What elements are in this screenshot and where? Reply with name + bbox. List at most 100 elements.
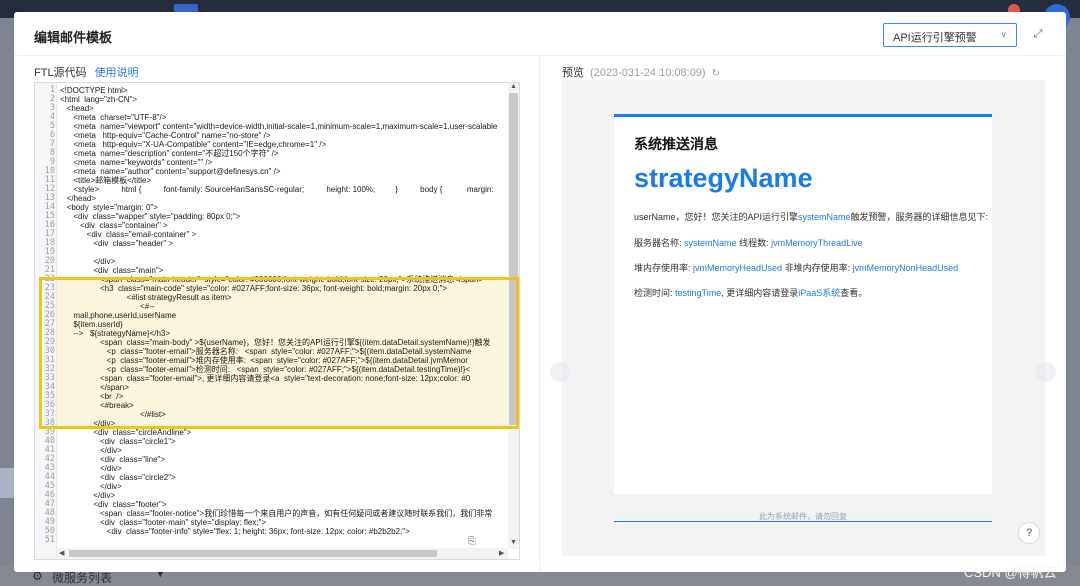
code-line: <div class="line">	[60, 455, 166, 464]
code-line: <style> html { font-family: SourceHanSan…	[60, 185, 494, 194]
code-line: </span>	[60, 383, 129, 392]
strategy-name: strategyName	[634, 163, 813, 193]
memory-row: 堆内存使用率: jvmMemoryHeadUsed 非堆内存使用率: jvmMe…	[634, 261, 958, 274]
code-line: <p class="footer-email">检测时间: <span styl…	[60, 365, 471, 374]
code-line: <meta name="author" content="support@def…	[60, 167, 281, 176]
scrollbar-thumb[interactable]	[509, 93, 518, 425]
code-line: <div class="container" >	[60, 221, 168, 230]
code-line: <meta http-equiv="Cache-Control" name="n…	[60, 131, 271, 140]
code-line: <span class="footer-email">, 更详细内容请登录<a …	[60, 374, 471, 383]
preview-header: 预览 (2023-031-24 10:08:09) ↻	[562, 64, 720, 80]
greeting-text-end: 触发预警，服务器的详细信息见下:	[850, 212, 989, 222]
code-line: </head>	[60, 194, 97, 203]
code-line: <!DOCTYPE html>	[60, 86, 128, 95]
editor-label: FTL源代码	[34, 67, 87, 79]
template-select[interactable]: API运行引擎预警 ∨	[883, 23, 1017, 47]
horizontal-scrollbar[interactable]: ◀ ▶	[57, 548, 508, 559]
testing-time-row: 检测时间: testingTime, 更详细内容请登录iPaaS系统查看。	[634, 286, 867, 299]
sidebar-selected-item	[0, 468, 14, 498]
code-line: </div>	[60, 491, 116, 500]
edit-mail-template-dialog: 编辑邮件模板 API运行引擎预警 ∨ ⤢ FTL源代码 使用说明 12345678…	[14, 12, 1066, 572]
code-line: <span class="footer-notice">我们珍惜每一个来自用户的…	[60, 509, 493, 518]
panel-divider	[539, 56, 540, 572]
code-line: <meta name="viewport" content="width=dev…	[60, 122, 498, 131]
email-preview-card: 系统推送消息 strategyName userName，您好！您关注的API运…	[614, 114, 992, 494]
code-line: ${item.userId}	[60, 320, 123, 329]
dialog-title: 编辑邮件模板	[34, 30, 113, 45]
scroll-down-icon[interactable]: ▼	[510, 539, 517, 546]
code-line: <div class="circle1">	[60, 437, 176, 446]
code-line: <#--	[60, 302, 155, 311]
scroll-right-icon[interactable]: ▶	[499, 549, 504, 557]
fullscreen-icon[interactable]: ⤢	[1032, 28, 1044, 40]
nonheap-usage-label: 非堆内存使用率:	[784, 263, 851, 273]
code-line: mail,phone,userId,userName	[60, 311, 177, 320]
prev-arrow-icon[interactable]	[550, 362, 570, 382]
code-line: <div class="circle2">	[60, 473, 176, 482]
code-line: <div class="circleAndline">	[60, 428, 192, 437]
email-greeting: userName，您好！您关注的API运行引擎systemName触发预警，服务…	[634, 210, 988, 223]
editor-header: FTL源代码 使用说明	[34, 64, 139, 80]
greeting-text: userName，您好！您关注的API运行引擎	[634, 212, 799, 222]
code-line: <html lang="zh-CN">	[60, 95, 138, 104]
nonheap-usage-value: jvmMemoryNonHeadUsed	[852, 263, 959, 273]
more-info-text: , 更详细内容请登录	[721, 288, 799, 298]
code-line: <div class="footer-info" style="flex: 1;…	[60, 527, 410, 536]
server-name-value: systemName	[684, 238, 737, 248]
code-line: <head>	[60, 104, 94, 113]
template-select-value: API运行引擎预警	[893, 32, 977, 44]
heap-usage-value: jvmMemoryHeadUsed	[693, 263, 783, 273]
code-line: <div class="footer">	[60, 500, 167, 509]
code-line: <p class="footer-email">服务器名称: <span sty…	[60, 347, 472, 356]
code-line: <p class="footer-email">堆内存使用率: <span st…	[60, 356, 468, 365]
copy-icon[interactable]: ⎘	[468, 536, 476, 547]
code-line: </div>	[60, 419, 116, 428]
chevron-down-icon: ∨	[1000, 29, 1007, 39]
vertical-scrollbar[interactable]: ▲ ▼	[508, 83, 519, 549]
more-info-end: 查看。	[840, 288, 868, 298]
preview-label: 预览	[562, 67, 584, 79]
code-line: <div class="main">	[60, 266, 164, 275]
thread-count-label: 线程数:	[739, 238, 769, 248]
usage-help-link[interactable]: 使用说明	[95, 67, 139, 79]
code-line: <meta http-equiv="X-UA-Compatible" conte…	[60, 140, 327, 149]
dialog-header: 编辑邮件模板 API运行引擎预警 ∨ ⤢	[14, 12, 1066, 56]
code-line: </div>	[60, 464, 122, 473]
code-line: </div>	[60, 482, 122, 491]
refresh-icon[interactable]: ↻	[712, 68, 720, 79]
heap-usage-label: 堆内存使用率:	[634, 263, 691, 273]
testing-time-label: 检测时间:	[634, 288, 673, 298]
code-line: </div>	[60, 257, 116, 266]
scroll-up-icon[interactable]: ▲	[510, 83, 517, 90]
scroll-left-icon[interactable]: ◀	[59, 549, 64, 557]
editor-tools: ⎘	[468, 536, 476, 547]
testing-time-value: testingTime	[675, 288, 722, 298]
code-line: <meta charset="UTF-8"/>	[60, 113, 167, 122]
server-name-label: 服务器名称:	[634, 238, 682, 248]
code-line: </#list>	[60, 410, 166, 419]
code-line: <span class="main-header" style="color: …	[60, 275, 484, 284]
ftl-code-editor[interactable]: 1 2 3 4 5 6 7 8 9 10 11 12 13 14 15 16 17 18 19 20 21 22 23 24 2…	[34, 82, 520, 560]
help-icon[interactable]: ?	[1018, 522, 1040, 544]
code-line: <#list strategyResult as item>	[60, 293, 232, 302]
preview-timestamp: (2023-031-24 10:08:09)	[590, 67, 706, 79]
server-row: 服务器名称: systemName 线程数: jvmMemoryThreadLi…	[634, 236, 863, 249]
code-line: <meta name="keywords" content="" />	[60, 158, 213, 167]
ipaas-link[interactable]: iPaaS系统	[798, 288, 840, 298]
code-line: <h3 class="main-code" style="color: #027…	[60, 284, 448, 293]
system-name-value: systemName	[798, 212, 851, 222]
code-line: <title>邮箱模板</title>	[60, 176, 152, 185]
next-arrow-icon[interactable]	[1036, 362, 1056, 382]
code-line: <span class="main-body" >${userName}，您好！…	[60, 338, 491, 347]
scrollbar-thumb[interactable]	[69, 550, 437, 557]
code-line: <#break>	[60, 401, 134, 410]
line-number: 51	[44, 535, 55, 545]
code-line: </div>	[60, 446, 122, 455]
footer-divider-line	[614, 521, 992, 522]
line-number-gutter: 1 2 3 4 5 6 7 8 9 10 11 12 13 14 15 16 17 18 19 20 21 22 23 24 2…	[35, 83, 57, 559]
code-line: --> ${strategyName}</h3>	[60, 329, 171, 338]
code-line: <body style="margin: 0">	[60, 203, 158, 212]
code-line: <br />	[60, 392, 124, 401]
code-line: <div class="header" >	[60, 239, 174, 248]
code-line: <meta name="description" content="不超过150…	[60, 149, 279, 158]
